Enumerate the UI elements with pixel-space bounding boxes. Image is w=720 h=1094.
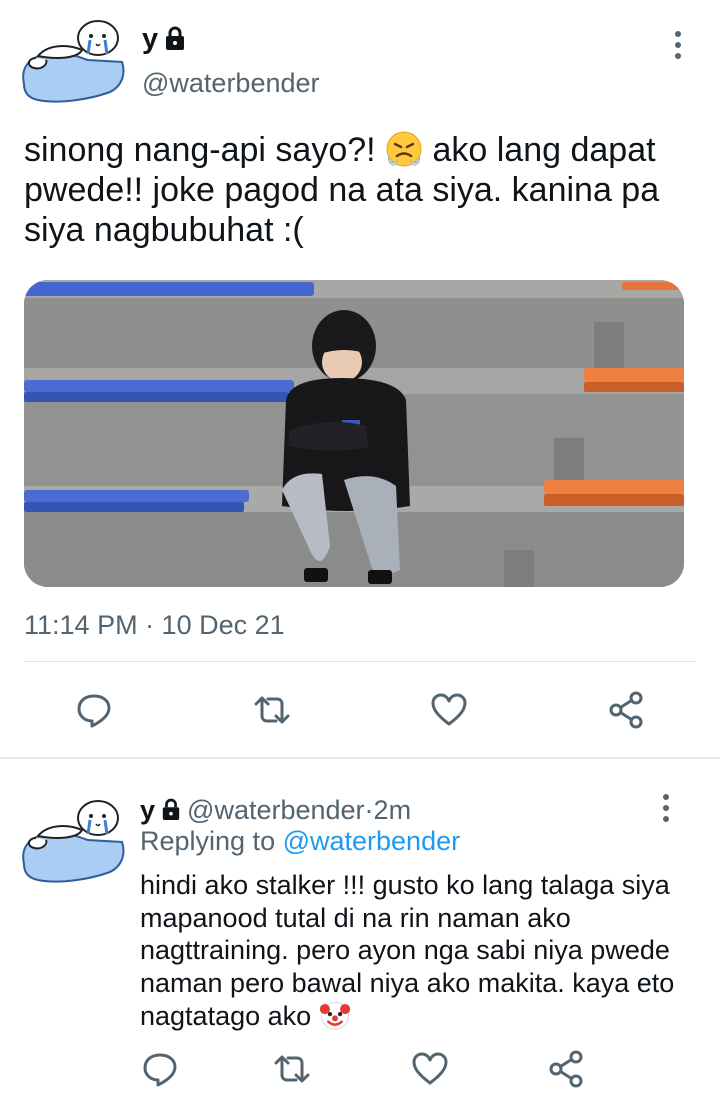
heart-icon [412, 1052, 448, 1085]
heart-icon [431, 693, 467, 726]
lock-icon [164, 26, 186, 52]
section-separator [0, 757, 720, 759]
meta-separator: · [364, 795, 374, 825]
reply-header: y @waterbender · 2m [140, 793, 411, 827]
more-options-icon[interactable] [661, 793, 671, 823]
retweet-button[interactable] [272, 1049, 312, 1089]
tweet-timestamp[interactable]: 11:14 PM · 10 Dec 21 [24, 608, 285, 642]
lock-icon [161, 798, 181, 822]
reply-avatar[interactable] [18, 794, 130, 886]
share-button[interactable] [546, 1049, 586, 1089]
comment-icon [143, 1053, 177, 1087]
reply-button[interactable] [74, 690, 114, 730]
reply-display-name[interactable]: y [140, 793, 155, 827]
share-icon [549, 1050, 583, 1088]
tweet-text: sinong nang-api sayo?! ako lang dapat pw… [24, 131, 660, 249]
retweet-icon [254, 696, 290, 724]
replying-to-mention[interactable]: @waterbender [283, 826, 461, 856]
avatar[interactable] [18, 14, 130, 106]
display-name[interactable]: y [142, 22, 158, 56]
like-button[interactable] [410, 1049, 450, 1089]
tweet-photo[interactable] [24, 280, 684, 587]
author-name[interactable]: y [142, 22, 186, 56]
reply-actions [0, 1049, 720, 1092]
face-with-steam-emoji [386, 131, 422, 167]
clown-emoji [319, 1001, 350, 1030]
comment-icon [77, 694, 111, 728]
share-button[interactable] [606, 690, 646, 730]
reply-button[interactable] [140, 1049, 180, 1089]
more-options-icon[interactable] [673, 30, 683, 60]
replying-to: Replying to @waterbender [140, 826, 461, 856]
stadium-stairs-photo [24, 280, 684, 587]
retweet-icon [274, 1055, 310, 1083]
author-handle[interactable]: @waterbender [142, 66, 320, 100]
divider [24, 661, 696, 662]
reply-handle[interactable]: @waterbender [187, 793, 365, 827]
reply-text: hindi ako stalker !!! gusto ko lang tala… [140, 870, 675, 1031]
retweet-button[interactable] [252, 690, 292, 730]
like-button[interactable] [429, 690, 469, 730]
reply-age[interactable]: 2m [374, 793, 412, 827]
share-icon [609, 691, 643, 729]
tweet-actions [0, 690, 720, 730]
